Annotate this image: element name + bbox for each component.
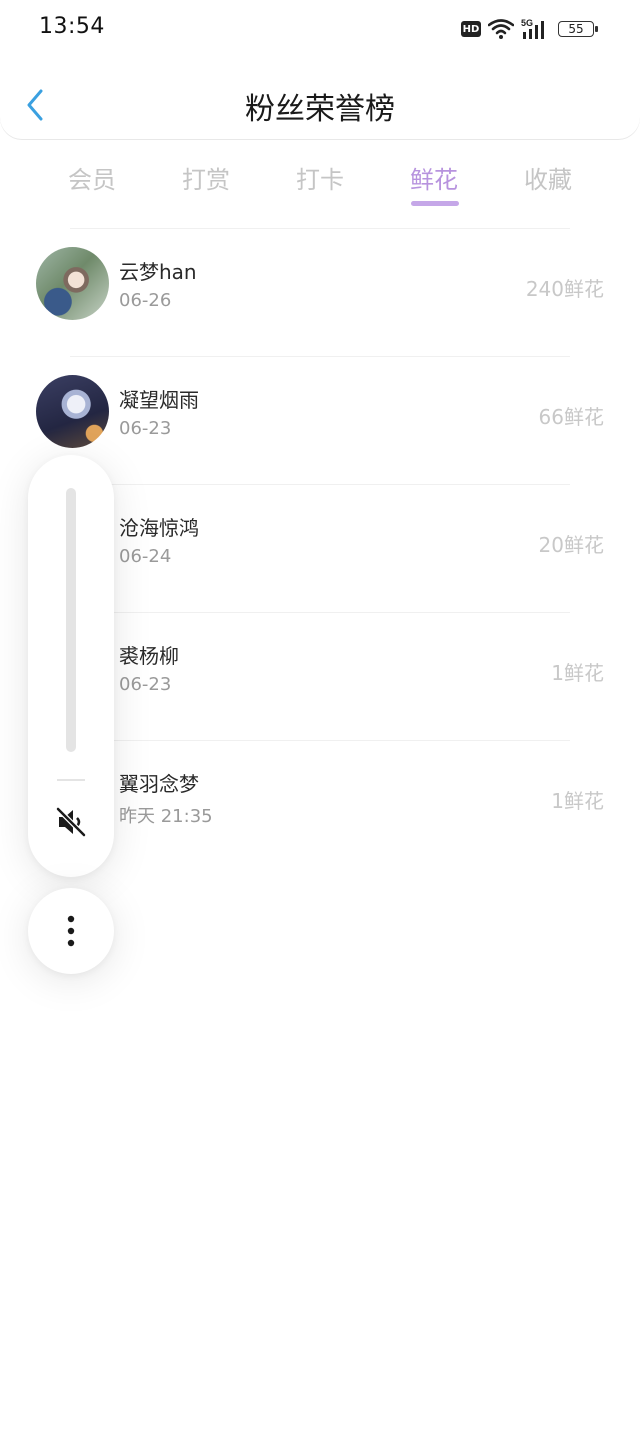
mute-button[interactable] [51, 802, 91, 842]
divider [70, 612, 570, 613]
user-name: 凝望烟雨 [119, 388, 199, 412]
volume-divider [57, 779, 85, 781]
tab-flowers-label: 鲜花 [410, 166, 458, 194]
volume-panel [28, 455, 114, 877]
tab-flowers[interactable]: 鲜花 [384, 160, 484, 206]
user-name: 沧海惊鸿 [119, 516, 199, 540]
user-date: 昨天 21:35 [119, 806, 213, 827]
divider [70, 356, 570, 357]
avatar[interactable] [36, 375, 109, 448]
flower-count: 1鲜花 [551, 661, 604, 685]
tab-favorites[interactable]: 收藏 [498, 160, 598, 195]
divider [70, 228, 570, 229]
volume-slider[interactable] [66, 488, 76, 752]
tab-checkin[interactable]: 打卡 [270, 160, 370, 195]
more-vertical-icon [67, 915, 75, 947]
speaker-mute-icon [56, 807, 86, 837]
user-name: 裘杨柳 [119, 644, 179, 668]
header: 粉丝荣誉榜 [0, 0, 640, 139]
user-date: 06-23 [119, 418, 172, 439]
user-date: 06-24 [119, 546, 172, 567]
flower-count: 1鲜花 [551, 789, 604, 813]
user-date: 06-26 [119, 290, 172, 311]
user-name: 翼羽念梦 [119, 772, 199, 796]
flower-count: 20鲜花 [538, 533, 604, 557]
user-date: 06-23 [119, 674, 172, 695]
divider [70, 484, 570, 485]
tab-reward[interactable]: 打赏 [156, 160, 256, 195]
flower-count: 240鲜花 [525, 277, 604, 301]
user-name: 云梦han [119, 260, 197, 284]
tab-active-indicator [411, 201, 459, 206]
divider [70, 740, 570, 741]
tab-bar: 会员 打赏 打卡 鲜花 收藏 [0, 160, 640, 210]
more-button[interactable] [28, 888, 114, 974]
page-title: 粉丝荣誉榜 [245, 92, 395, 127]
tab-member[interactable]: 会员 [42, 160, 142, 195]
list-item[interactable]: 云梦han 06-26 240鲜花 [0, 228, 640, 356]
flower-count: 66鲜花 [538, 405, 604, 429]
avatar[interactable] [36, 247, 109, 320]
